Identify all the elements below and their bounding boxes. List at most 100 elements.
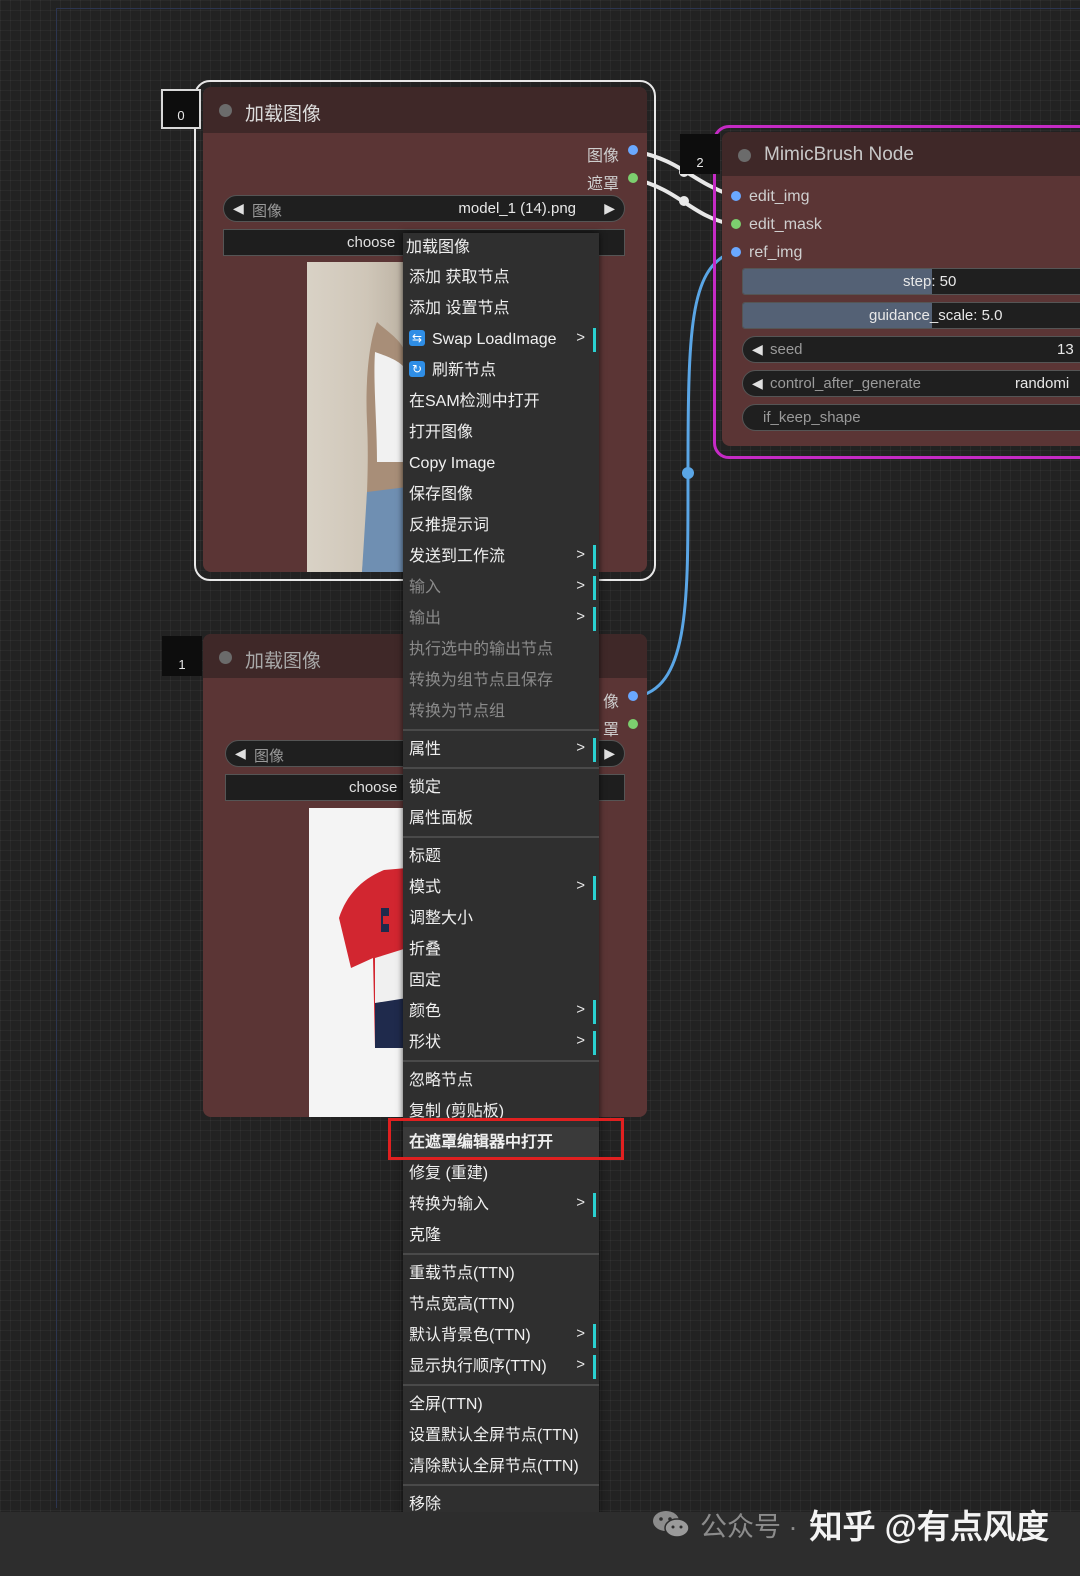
menu-item[interactable]: 颜色 > — [403, 996, 599, 1027]
menu-item[interactable]: 标题 — [403, 841, 599, 872]
output-slot-image[interactable] — [628, 691, 638, 701]
combo-right-arrow-icon[interactable]: ▶ — [604, 200, 615, 217]
menu-item[interactable]: 发送到工作流 > — [403, 541, 599, 572]
node-0-title: 加载图像 — [245, 104, 322, 125]
menu-item-label: 节点宽高(TTN) — [409, 1296, 515, 1313]
submenu-chevron-icon: > — [576, 1032, 585, 1049]
menu-item[interactable]: 在SAM检测中打开 — [403, 386, 599, 417]
submenu-chevron-icon: > — [576, 739, 585, 756]
input-slot-edit-mask[interactable] — [731, 219, 741, 229]
output-slot-image[interactable] — [628, 145, 638, 155]
menu-item[interactable]: 节点宽高(TTN) — [403, 1289, 599, 1320]
menu-item[interactable]: 形状 > — [403, 1027, 599, 1058]
input-slot-edit-img[interactable] — [731, 191, 741, 201]
menu-item[interactable]: 修复 (重建) — [403, 1158, 599, 1189]
output-label-mask: 罩 — [602, 722, 619, 739]
output-label-mask: 遮罩 — [586, 176, 619, 193]
submenu-chevron-icon: > — [576, 546, 585, 563]
output-label-image: 像 — [602, 694, 619, 711]
submenu-indicator — [593, 1031, 596, 1055]
context-menu-title: 加载图像 — [406, 239, 471, 256]
collapse-dot-icon[interactable] — [219, 104, 232, 117]
combo-right-arrow-icon[interactable]: ▶ — [604, 745, 615, 762]
menu-item[interactable]: 调整大小 — [403, 903, 599, 934]
menu-item[interactable]: 显示执行顺序(TTN) > — [403, 1351, 599, 1382]
submenu-chevron-icon: > — [576, 1001, 585, 1018]
combo-left-arrow-icon[interactable]: ◀ — [233, 200, 244, 217]
control-left-arrow-icon[interactable]: ◀ — [752, 375, 763, 392]
menu-item[interactable]: 固定 — [403, 965, 599, 996]
output-slot-mask[interactable] — [628, 719, 638, 729]
menu-item[interactable]: Copy Image — [403, 448, 599, 479]
submenu-indicator — [593, 876, 596, 900]
node-2-title-bar[interactable]: MimicBrush Node — [722, 132, 1080, 176]
menu-item[interactable]: 克隆 — [403, 1220, 599, 1251]
menu-item[interactable]: 锁定 — [403, 772, 599, 803]
menu-separator — [403, 836, 599, 838]
output-slot-mask[interactable] — [628, 173, 638, 183]
menu-item-label: 设置默认全屏节点(TTN) — [409, 1427, 579, 1444]
guidance-scale-slider[interactable]: guidance_scale: 5.0 — [742, 302, 1080, 329]
keep-shape-label: if_keep_shape — [763, 409, 861, 426]
collapse-dot-icon[interactable] — [738, 149, 751, 162]
menu-item-label: 调整大小 — [409, 910, 474, 927]
menu-item[interactable]: 转换为输入 > — [403, 1189, 599, 1220]
submenu-indicator — [593, 1193, 596, 1217]
node-1-title: 加载图像 — [245, 651, 322, 672]
node-0-id-badge: 0 — [161, 89, 201, 129]
menu-item[interactable]: 属性面板 — [403, 803, 599, 834]
control-after-generate-widget[interactable]: ◀ control_after_generate randomi — [742, 370, 1080, 397]
menu-item[interactable]: 重载节点(TTN) — [403, 1258, 599, 1289]
menu-item[interactable]: 添加 获取节点 — [403, 262, 599, 293]
menu-item[interactable]: 设置默认全屏节点(TTN) — [403, 1420, 599, 1451]
submenu-indicator — [593, 1324, 596, 1348]
watermark-source: 公众号 · — [700, 1511, 798, 1542]
combo-left-arrow-icon[interactable]: ◀ — [235, 745, 246, 762]
image-preview-tshirt — [309, 808, 407, 1117]
submenu-chevron-icon: > — [576, 877, 585, 894]
menu-item-label: 锁定 — [409, 779, 442, 796]
node-0-title-bar[interactable]: 加载图像 — [203, 87, 647, 133]
input-label-edit-mask: edit_mask — [749, 216, 822, 233]
menu-item[interactable]: 模式 > — [403, 872, 599, 903]
collapse-dot-icon[interactable] — [219, 651, 232, 664]
seed-label: seed — [770, 341, 803, 358]
refresh-icon: ↻ — [409, 361, 425, 378]
menu-item-label: 添加 设置节点 — [409, 300, 510, 317]
submenu-indicator — [593, 328, 596, 352]
swap-icon: ⇆ — [409, 330, 425, 347]
node-2-mimicbrush[interactable]: MimicBrush Node edit_img edit_mask ref_i… — [722, 132, 1080, 446]
menu-item-label: 转换为节点组 — [409, 703, 506, 720]
menu-separator — [403, 767, 599, 769]
menu-item[interactable]: 保存图像 — [403, 479, 599, 510]
if-keep-shape-toggle[interactable]: if_keep_shape — [742, 404, 1080, 431]
menu-item[interactable]: 折叠 — [403, 934, 599, 965]
menu-item[interactable]: 添加 设置节点 — [403, 293, 599, 324]
control-label: control_after_generate — [770, 375, 921, 392]
menu-item-label: 显示执行顺序(TTN) — [409, 1358, 547, 1375]
seed-value: 13 — [1057, 341, 1074, 358]
menu-item[interactable]: 默认背景色(TTN) > — [403, 1320, 599, 1351]
seed-left-arrow-icon[interactable]: ◀ — [752, 341, 763, 358]
menu-item[interactable]: 打开图像 — [403, 417, 599, 448]
menu-item[interactable]: ↻ 刷新节点 — [403, 355, 599, 386]
tshirt-photo — [339, 868, 407, 1048]
menu-item[interactable]: 反推提示词 — [403, 510, 599, 541]
menu-item-label: 输入 — [409, 579, 442, 596]
menu-item[interactable]: 全屏(TTN) — [403, 1389, 599, 1420]
step-slider[interactable]: step: 50 — [742, 268, 1080, 295]
seed-widget[interactable]: ◀ seed 13 — [742, 336, 1080, 363]
menu-item[interactable]: 清除默认全屏节点(TTN) — [403, 1451, 599, 1482]
guidance-slider-text: guidance_scale: 5.0 — [869, 307, 1003, 324]
menu-item[interactable]: ⇆ Swap LoadImage > — [403, 324, 599, 355]
submenu-chevron-icon: > — [576, 608, 585, 625]
image-combo-widget[interactable]: ◀ 图像 model_1 (14).png ▶ — [223, 195, 625, 222]
menu-item-label: 模式 — [409, 879, 442, 896]
menu-item: 执行选中的输出节点 — [403, 634, 599, 665]
menu-item[interactable]: 忽略节点 — [403, 1065, 599, 1096]
menu-item[interactable]: 属性 > — [403, 734, 599, 765]
submenu-indicator — [593, 1000, 596, 1024]
input-slot-ref-img[interactable] — [731, 247, 741, 257]
step-slider-text: step: 50 — [903, 273, 957, 290]
menu-item-label: 转换为组节点且保存 — [409, 672, 554, 689]
